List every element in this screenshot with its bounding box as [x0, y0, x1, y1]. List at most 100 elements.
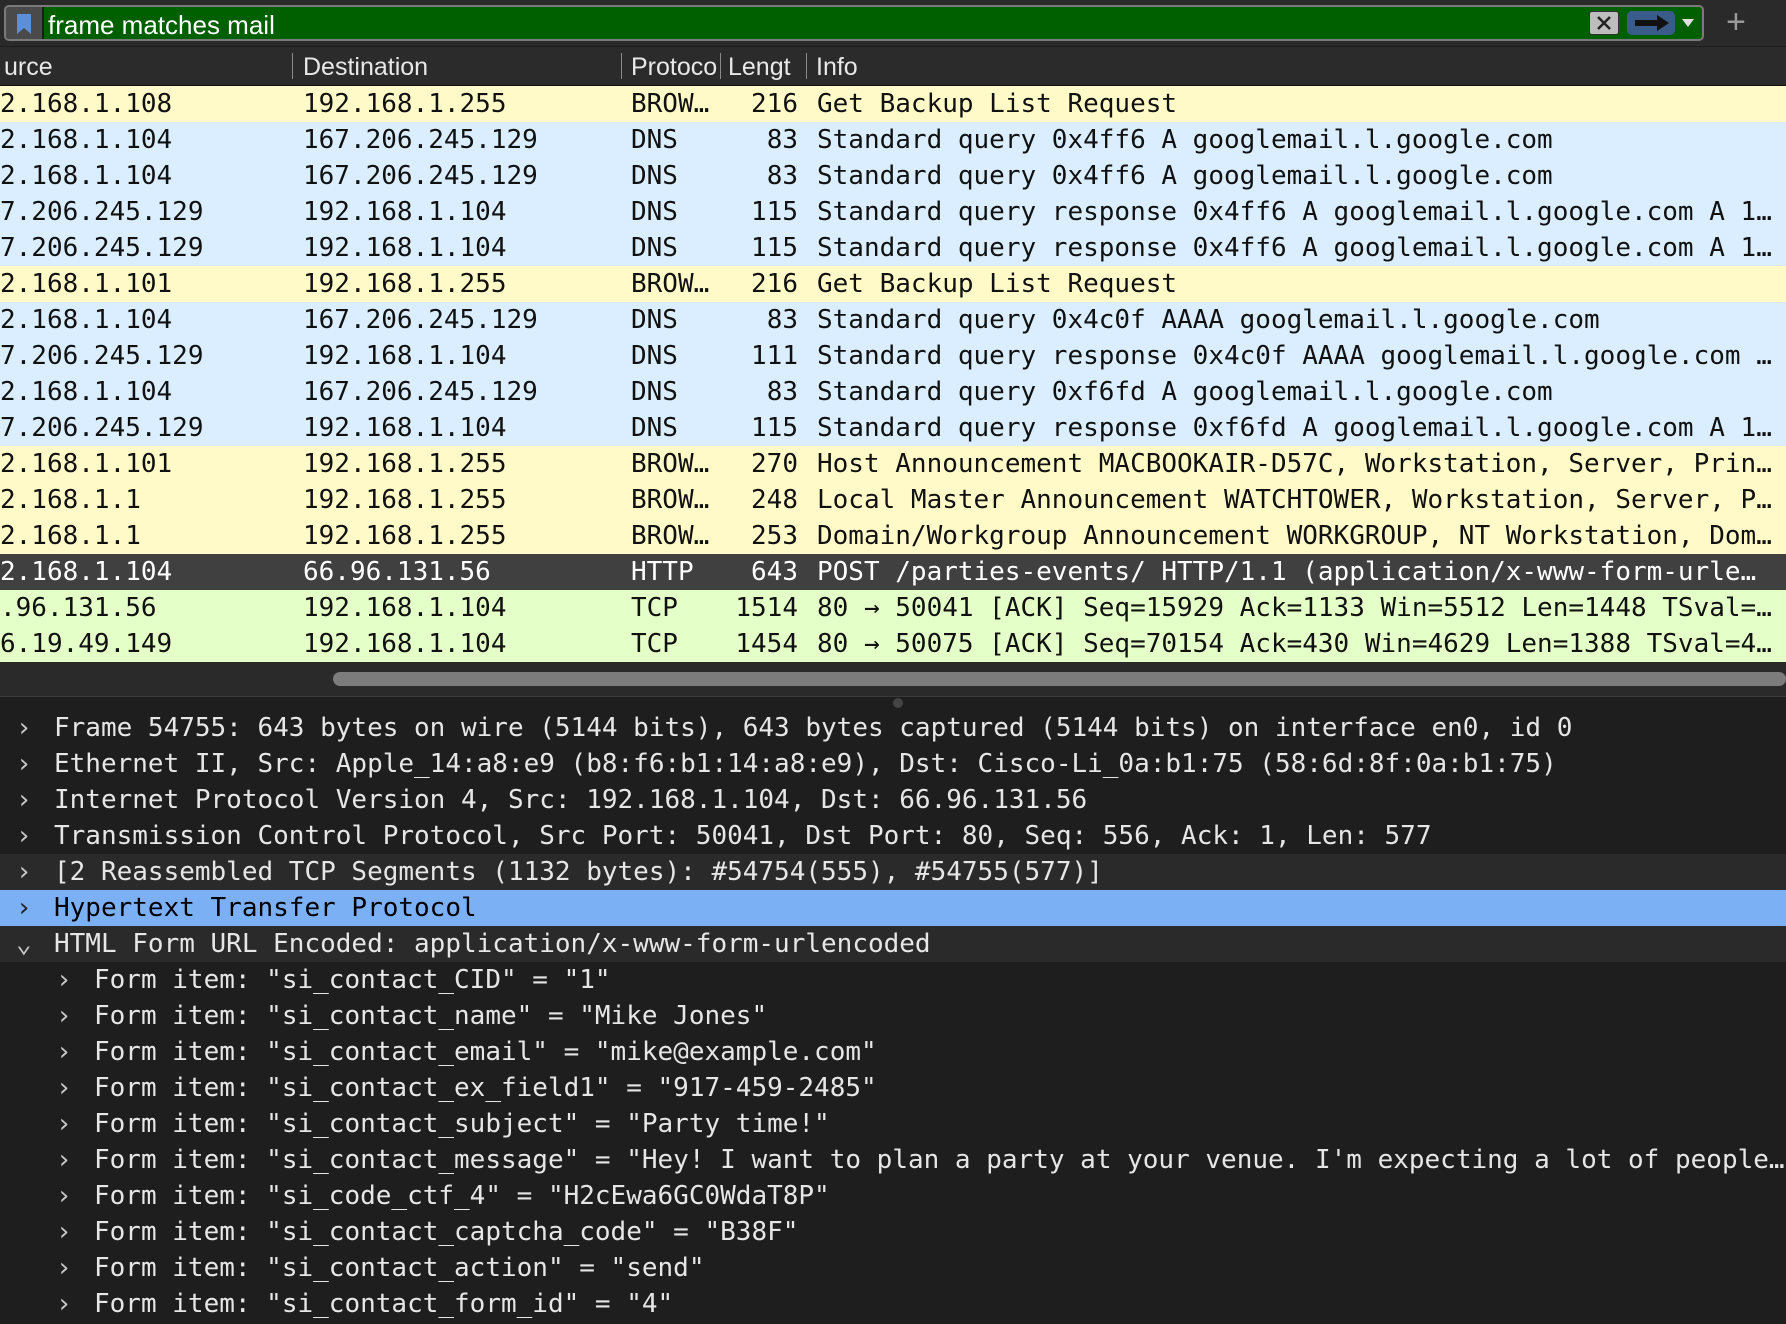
chevron-right-icon[interactable]: › — [56, 1070, 72, 1106]
add-filter-button[interactable]: + — [1726, 2, 1746, 42]
splitter-handle[interactable] — [893, 698, 903, 708]
chevron-right-icon[interactable]: › — [56, 1250, 72, 1286]
chevron-right-icon[interactable]: › — [16, 818, 32, 854]
packet-destination: 192.168.1.255 — [303, 89, 507, 119]
chevron-right-icon[interactable]: › — [56, 1106, 72, 1142]
packet-destination: 167.206.245.129 — [303, 125, 538, 155]
clear-filter-button[interactable] — [1589, 11, 1619, 35]
tree-node[interactable]: › Form item: "si_contact_name" = "Mike Jo… — [0, 998, 1786, 1034]
packet-row[interactable]: 6.19.49.149 192.168.1.104 TCP 1454 80 → 5007… — [0, 626, 1786, 662]
packet-row[interactable]: 2.168.1.1 192.168.1.255 BROW… 248 Local Mast… — [0, 482, 1786, 518]
packet-row[interactable]: 7.206.245.129 192.168.1.104 DNS 111 Standard… — [0, 338, 1786, 374]
tree-node[interactable]: › Form item: "si_contact_captcha_code" = … — [0, 1214, 1786, 1250]
tree-node[interactable]: › Form item: "si_contact_ex_field1" = "91… — [0, 1070, 1786, 1106]
packet-destination: 167.206.245.129 — [303, 305, 538, 335]
packet-length: 83 — [766, 305, 798, 335]
packet-protocol: DNS — [631, 341, 678, 371]
packet-protocol: DNS — [631, 125, 678, 155]
chevron-right-icon[interactable]: › — [56, 962, 72, 998]
tree-node-label: Form item: "si_contact_captcha_code" = "… — [94, 1217, 799, 1247]
column-divider[interactable] — [292, 53, 293, 79]
tree-node[interactable]: › Form item: "si_contact_message" = "Hey!… — [0, 1142, 1786, 1178]
packet-info: Host Announcement MACBOOKAIR-D57C, Works… — [817, 449, 1772, 479]
tree-node[interactable]: › Form item: "si_contact_form_id" = "4" — [0, 1286, 1786, 1322]
pane-splitter[interactable] — [0, 696, 1786, 711]
tree-node[interactable]: › Internet Protocol Version 4, Src: 192.1… — [0, 782, 1786, 818]
display-filter-toolbar: frame matches mail + — [0, 0, 1786, 46]
tree-node[interactable]: › Form item: "si_code_ctf_4" = "H2cEwa6GC… — [0, 1178, 1786, 1214]
packet-row[interactable]: 7.206.245.129 192.168.1.104 DNS 115 Standard… — [0, 230, 1786, 266]
column-header-length[interactable]: Lengt — [728, 47, 804, 85]
chevron-right-icon[interactable]: › — [56, 1214, 72, 1250]
chevron-right-icon[interactable]: › — [16, 782, 32, 818]
packet-row[interactable]: .96.131.56 192.168.1.104 TCP 1514 80 → 50041… — [0, 590, 1786, 626]
tree-node[interactable]: › Ethernet II, Src: Apple_14:a8:e9 (b8:f6… — [0, 746, 1786, 782]
tree-node[interactable]: › Form item: "si_contact_CID" = "1" — [0, 962, 1786, 998]
packet-protocol: BROW… — [631, 521, 710, 551]
packet-row[interactable]: 2.168.1.104 167.206.245.129 DNS 83 Standard … — [0, 158, 1786, 194]
packet-info: Domain/Workgroup Announcement WORKGROUP,… — [817, 521, 1772, 551]
packet-destination: 66.96.131.56 — [303, 557, 491, 587]
packet-row[interactable]: 2.168.1.108 192.168.1.255 BROW… 216 Get Back… — [0, 86, 1786, 122]
tree-node-label: Form item: "si_contact_subject" = "Party… — [94, 1109, 830, 1139]
packet-row[interactable]: 2.168.1.104 167.206.245.129 DNS 83 Standard … — [0, 302, 1786, 338]
packet-row[interactable]: 2.168.1.101 192.168.1.255 BROW… 270 Host Ann… — [0, 446, 1786, 482]
column-divider[interactable] — [621, 53, 622, 79]
packet-row[interactable]: 7.206.245.129 192.168.1.104 DNS 115 Standard… — [0, 410, 1786, 446]
chevron-right-icon[interactable]: › — [56, 998, 72, 1034]
chevron-right-icon[interactable]: › — [16, 746, 32, 782]
chevron-right-icon[interactable]: › — [56, 1142, 72, 1178]
packet-row[interactable]: 7.206.245.129 192.168.1.104 DNS 115 Standard… — [0, 194, 1786, 230]
packet-info: 80 → 50075 [ACK] Seq=70154 Ack=430 Win=4… — [817, 629, 1772, 659]
apply-filter-button[interactable] — [1627, 11, 1675, 35]
tree-node-label: Ethernet II, Src: Apple_14:a8:e9 (b8:f6:… — [54, 749, 1557, 779]
tree-node[interactable]: ⌄ HTML Form URL Encoded: application/x-ww… — [0, 926, 1786, 962]
packet-length: 253 — [751, 521, 798, 551]
column-divider[interactable] — [720, 53, 721, 79]
chevron-right-icon[interactable]: › — [56, 1034, 72, 1070]
tree-node[interactable]: › Form item: "si_contact_action" = "send" — [0, 1250, 1786, 1286]
packet-source: 7.206.245.129 — [0, 233, 204, 263]
tree-node[interactable]: › Form item: "si_contact_subject" = "Part… — [0, 1106, 1786, 1142]
tree-node[interactable]: › Transmission Control Protocol, Src Port… — [0, 818, 1786, 854]
tree-node-selected[interactable]: › Hypertext Transfer Protocol — [0, 890, 1786, 926]
chevron-down-icon[interactable]: ⌄ — [16, 926, 32, 962]
packet-protocol: TCP — [631, 593, 678, 623]
packet-row-selected[interactable]: 2.168.1.104 66.96.131.56 HTTP 643 POST /part… — [0, 554, 1786, 590]
tree-node[interactable]: › Form item: "si_contact_email" = "mike@e… — [0, 1034, 1786, 1070]
packet-source: .96.131.56 — [0, 593, 157, 623]
scrollbar-thumb[interactable] — [333, 672, 1786, 686]
tree-node[interactable]: › [2 Reassembled TCP Segments (1132 bytes… — [0, 854, 1786, 890]
column-header-protocol[interactable]: Protoco — [631, 47, 719, 85]
chevron-right-icon[interactable]: › — [16, 710, 32, 746]
packet-source: 7.206.245.129 — [0, 341, 204, 371]
chevron-right-icon[interactable]: › — [16, 854, 32, 890]
packet-destination: 192.168.1.104 — [303, 341, 507, 371]
packet-protocol: DNS — [631, 413, 678, 443]
packet-info: Standard query response 0x4c0f AAAA goog… — [817, 341, 1772, 371]
column-header-info[interactable]: Info — [816, 47, 1016, 85]
packet-list: 2.168.1.108 192.168.1.255 BROW… 216 Get Back… — [0, 86, 1786, 662]
packet-row[interactable]: 2.168.1.104 167.206.245.129 DNS 83 Standard … — [0, 374, 1786, 410]
packet-info: Standard query 0x4ff6 A googlemail.l.goo… — [817, 161, 1553, 191]
chevron-right-icon[interactable]: › — [16, 890, 32, 926]
tree-node[interactable]: › Frame 54755: 643 bytes on wire (5144 bi… — [0, 710, 1786, 746]
packet-source: 2.168.1.104 — [0, 125, 173, 155]
packet-list-scrollbar[interactable] — [0, 662, 1786, 696]
display-filter-input[interactable]: frame matches mail — [4, 5, 1704, 41]
chevron-right-icon[interactable]: › — [56, 1178, 72, 1214]
packet-destination: 192.168.1.255 — [303, 269, 507, 299]
packet-row[interactable]: 2.168.1.1 192.168.1.255 BROW… 253 Domain/Wor… — [0, 518, 1786, 554]
column-divider[interactable] — [806, 53, 807, 79]
filter-bookmark-button[interactable] — [6, 7, 44, 39]
chevron-down-icon[interactable] — [1680, 16, 1696, 30]
packet-protocol: BROW… — [631, 269, 710, 299]
chevron-right-icon[interactable]: › — [56, 1286, 72, 1322]
column-header-source[interactable]: urce — [4, 47, 280, 85]
packet-row[interactable]: 2.168.1.104 167.206.245.129 DNS 83 Standard … — [0, 122, 1786, 158]
packet-destination: 192.168.1.104 — [303, 233, 507, 263]
packet-source: 6.19.49.149 — [0, 629, 173, 659]
packet-row[interactable]: 2.168.1.101 192.168.1.255 BROW… 216 Get Back… — [0, 266, 1786, 302]
filter-expression-text[interactable]: frame matches mail — [48, 10, 275, 41]
column-header-destination[interactable]: Destination — [303, 47, 613, 85]
